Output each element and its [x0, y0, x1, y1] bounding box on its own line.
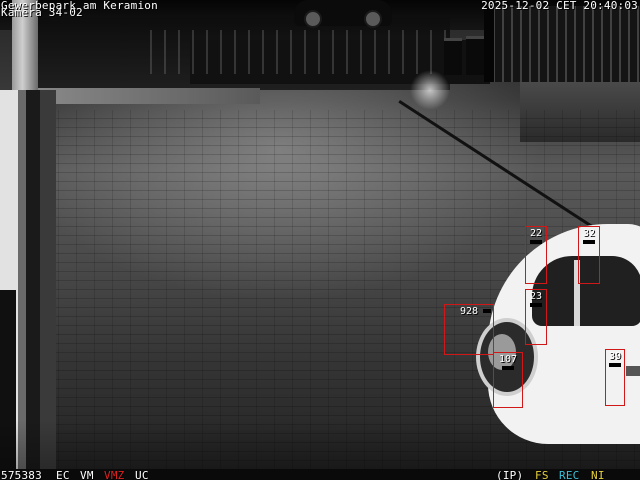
- light-reflection: [410, 70, 450, 110]
- status-fs: FS: [535, 469, 549, 480]
- status-ec: EC: [56, 469, 70, 480]
- entrance-gate: [484, 6, 640, 82]
- detection-marker: [583, 240, 595, 244]
- detection-id: 32: [582, 228, 596, 239]
- status-vm: VM: [80, 469, 94, 480]
- frame-counter: 575383: [1, 469, 42, 480]
- detection-box[interactable]: 107: [493, 352, 523, 408]
- gate-post: [484, 0, 494, 82]
- camera-name: Kamera 34-02: [1, 6, 83, 19]
- car-mirror: [626, 366, 640, 376]
- detection-box[interactable]: 928: [444, 304, 494, 355]
- detection-marker: [609, 363, 621, 367]
- timestamp: 2025-12-02 CET 20:40:03: [481, 0, 638, 12]
- camera-feed: 22 32 23 928 107 39 Gewerbepark am Keram…: [0, 0, 640, 480]
- detection-marker: [483, 309, 491, 313]
- background-fence: [150, 30, 450, 74]
- status-rec: REC: [559, 469, 580, 480]
- status-ip: (IP): [496, 469, 524, 480]
- detection-id: 39: [608, 351, 622, 362]
- detection-box[interactable]: 23: [525, 289, 547, 345]
- detection-id: 107: [498, 354, 518, 365]
- lit-curb: [30, 88, 260, 104]
- status-ni: NI: [591, 469, 605, 480]
- detection-id: 22: [529, 228, 543, 239]
- detection-marker: [530, 240, 542, 244]
- detection-id: 23: [529, 291, 543, 302]
- detection-id: 928: [459, 306, 479, 317]
- detection-marker: [502, 366, 514, 370]
- detection-box[interactable]: 39: [605, 349, 625, 406]
- detection-marker: [530, 303, 542, 307]
- parked-car: [294, 0, 392, 28]
- status-vmz: VMZ: [104, 469, 125, 480]
- detection-box[interactable]: 32: [578, 226, 600, 284]
- detection-box[interactable]: 22: [525, 226, 547, 284]
- status-uc: UC: [135, 469, 149, 480]
- trash-bin-right: [466, 36, 484, 75]
